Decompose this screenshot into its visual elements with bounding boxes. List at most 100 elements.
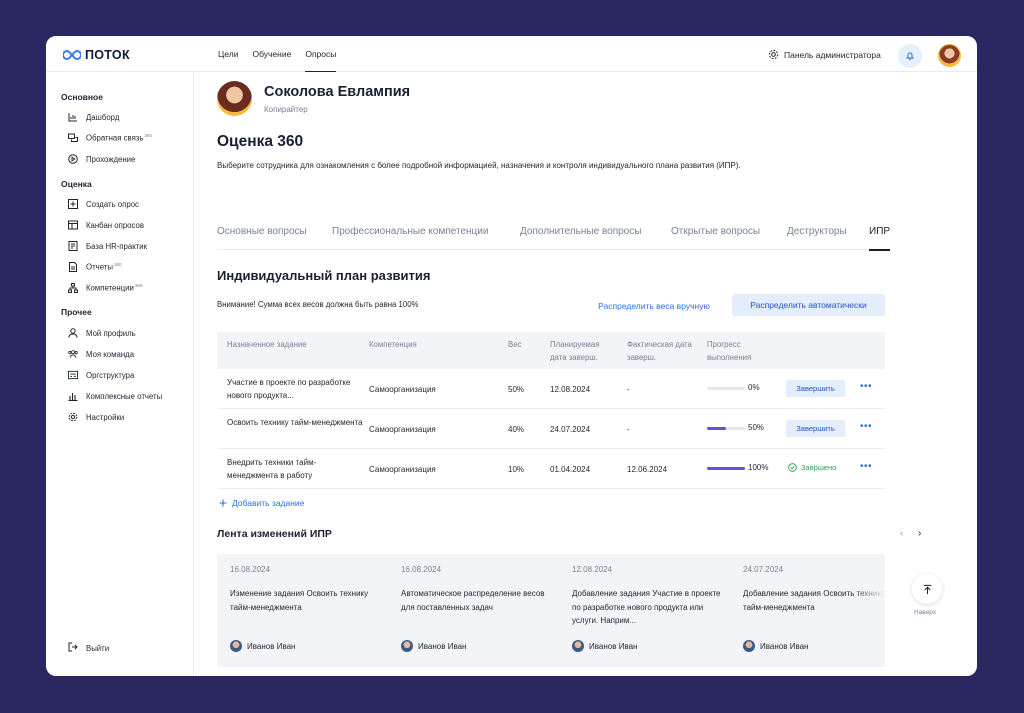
finish-button[interactable]: Завершить [786, 420, 845, 437]
tab-additional[interactable]: Дополнительные вопросы [520, 224, 641, 250]
sidebar-item-complex-reports[interactable]: Комплексные отчеты [68, 391, 162, 401]
actual-date-cell: 12.06.2024 [627, 465, 668, 474]
sidebar-item-hr-base[interactable]: База HR-практик [68, 241, 147, 251]
feed-card[interactable]: 16.08.2024 Изменение задания Освоить тех… [217, 554, 377, 667]
more-icon[interactable]: ••• [860, 461, 872, 472]
user-icon [68, 328, 78, 338]
author-avatar [401, 640, 413, 652]
top-bar: ПОТОК Цели Обучение Опросы Панель админи… [46, 36, 977, 72]
weights-warning: Внимание! Сумма всех весов должна быть р… [217, 300, 419, 309]
weight-cell: 40% [508, 425, 525, 434]
sidebar-item-label: Настройки [86, 412, 125, 422]
tab-destructors[interactable]: Деструкторы [787, 224, 847, 250]
org-icon [68, 370, 78, 380]
progress-bar [707, 467, 745, 470]
sidebar-item-label: Дашборд [86, 112, 120, 122]
sidebar-item-dashboard[interactable]: Дашборд [68, 112, 119, 122]
play-icon [68, 154, 78, 164]
admin-panel-link[interactable]: Панель администратора [768, 49, 881, 60]
progress-label: 100% [748, 463, 769, 472]
sidebar-item-create-survey[interactable]: Создать опрос [68, 199, 139, 209]
sidebar-item-team[interactable]: Моя команда [68, 349, 134, 359]
progress-label: 0% [748, 383, 760, 392]
tab-professional[interactable]: Профессиональные компетенции [332, 224, 488, 250]
planned-date-cell: 01.04.2024 [550, 465, 591, 474]
nav-goals[interactable]: Цели [218, 36, 238, 72]
planned-date-cell: 24.07.2024 [550, 425, 591, 434]
table-row[interactable]: Освоить технику тайм-менеджмента Самоорг… [217, 409, 885, 449]
sidebar-item-label: База HR-практик [86, 241, 148, 251]
chevron-right-icon[interactable]: › [918, 528, 921, 539]
feed-carousel: 16.08.2024 Изменение задания Освоить тех… [217, 554, 885, 667]
author-avatar [230, 640, 242, 652]
scroll-top-button[interactable] [912, 574, 942, 604]
badge-360: 360 [134, 283, 143, 289]
logout-button[interactable]: Выйти [68, 642, 109, 654]
sidebar-item-competences[interactable]: Компетенции360 [68, 283, 142, 293]
sidebar-item-settings[interactable]: Настройки [68, 412, 124, 422]
page-title: Оценка 360 [217, 133, 304, 150]
feed-date: 12.08.2024 [572, 565, 613, 574]
employee-name: Соколова Евлампия [264, 84, 411, 100]
completed-label: Завршено [801, 463, 837, 472]
feed-date: 24.07.2024 [743, 565, 784, 574]
sidebar-item-label: Мой профиль [86, 328, 136, 338]
report-icon [68, 262, 78, 272]
competence-cell: Самоорганизация [369, 425, 436, 434]
chevron-left-icon[interactable]: ‹ [900, 528, 903, 539]
user-avatar[interactable] [938, 44, 961, 67]
distribute-auto-button[interactable]: Распределить автоматически [732, 294, 885, 316]
table-row[interactable]: Участие в проекте по разработке нового п… [217, 369, 885, 409]
feed-text: Изменение задания Освоить технику тайм-м… [230, 589, 369, 612]
more-icon[interactable]: ••• [860, 381, 872, 392]
task-cell: Освоить технику тайм-менеджмента [227, 418, 363, 427]
logout-icon [68, 642, 78, 654]
sidebar-item-feedback[interactable]: Обратная связь360 [68, 133, 152, 143]
sidebar-item-label: Обратная связь360 [86, 133, 152, 143]
employee-avatar [217, 81, 252, 116]
sidebar-item-kanban[interactable]: Канбан опросов [68, 220, 144, 230]
nav-learning[interactable]: Обучение [252, 36, 291, 72]
tab-ipr[interactable]: ИПР [869, 224, 891, 251]
plus-icon [219, 499, 227, 507]
col-actual-date: Фактическая дата заверш. [627, 340, 692, 362]
page-description: Выберите сотрудника для ознакомления с б… [217, 161, 741, 170]
sidebar-item-reports[interactable]: Отчеты360 [68, 262, 121, 272]
more-icon[interactable]: ••• [860, 421, 872, 432]
notifications-button[interactable] [898, 44, 922, 68]
actual-date-cell: - [627, 425, 630, 434]
badge-360: 360 [144, 133, 152, 139]
feed-text: Автоматическое распределение весов для п… [401, 589, 545, 612]
sidebar-item-profile[interactable]: Мой профиль [68, 328, 136, 338]
sidebar-item-label: Компетенции360 [86, 283, 143, 293]
feed-card[interactable]: 12.08.2024 Добавление задания Участие в … [559, 554, 721, 667]
admin-panel-label: Панель администратора [784, 49, 881, 60]
chat-icon [68, 133, 78, 143]
employee-role: Копирайтер [264, 105, 308, 114]
feed-title: Лента изменений ИПР [217, 528, 332, 540]
sidebar-item-label: Отчеты360 [86, 262, 122, 272]
col-progress: Прогресс выполнения [707, 340, 752, 362]
logout-label: Выйти [86, 643, 110, 653]
tree-icon [68, 283, 78, 293]
arrow-up-icon [923, 584, 931, 594]
table-row[interactable]: Внедрить техники тайм-менеджмента в рабо… [217, 449, 885, 489]
logo[interactable]: ПОТОК [63, 48, 130, 62]
top-nav: Цели Обучение Опросы [218, 36, 337, 72]
tab-main-questions[interactable]: Основные вопросы [217, 224, 307, 250]
feed-date: 16.08.2024 [401, 565, 442, 574]
sidebar-item-passing[interactable]: Прохождение [68, 154, 135, 164]
task-cell: Внедрить техники тайм-менеджмента в рабо… [227, 458, 317, 480]
feed-date: 16.08.2024 [230, 565, 271, 574]
distribute-manual-button[interactable]: Распределить веса вручную [579, 295, 729, 317]
tab-open-questions[interactable]: Открытые вопросы [671, 224, 760, 250]
add-task-button[interactable]: Добавить задание [219, 498, 304, 508]
nav-surveys[interactable]: Опросы [305, 36, 337, 72]
finish-button[interactable]: Завершить [786, 380, 845, 397]
feed-card[interactable]: 16.08.2024 Автоматическое распределение … [388, 554, 548, 667]
sidebar-item-org[interactable]: Оргструктура [68, 370, 134, 380]
logo-icon [63, 50, 81, 60]
ipr-title: Индивидуальный план развития [217, 268, 431, 283]
sidebar: Основное Дашборд Обратная связь360 Прохо… [46, 72, 194, 676]
sidebar-section-evaluation: Оценка [61, 179, 92, 189]
